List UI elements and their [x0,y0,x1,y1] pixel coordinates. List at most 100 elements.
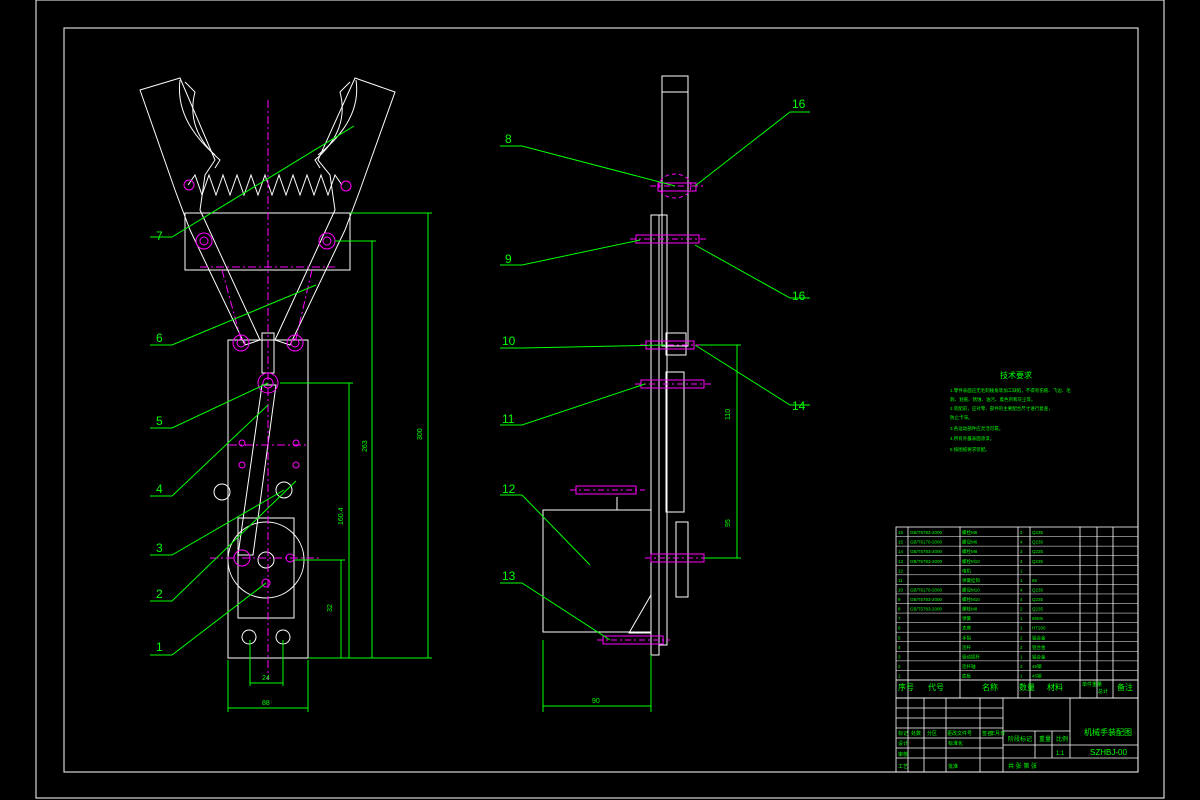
bom-cell: GB/T5783-2000 [910,607,943,612]
bom-header-note: 备注 [1117,682,1133,692]
bom-cell: Q235 [1032,530,1044,535]
title-scale-value: 1:1 [1056,751,1065,757]
tech-note-line-6: 5.按图纸要求装配。 [950,446,990,453]
bom-cell: 4 [1020,587,1023,592]
bom-cell: 2 [898,664,901,669]
bom-cell: 8 [898,607,901,612]
bom-cell: 45钢 [1032,673,1042,680]
dim-side-lower: 95 [725,519,732,527]
bom-cell: Q235 [1032,607,1044,612]
bom-header-name: 名称 [982,682,998,692]
bom-cell: 铝合金 [1032,653,1046,660]
title-scale-label: 比例 [1056,735,1068,743]
callout-7: 7 [156,229,163,243]
bom-cell: GB/T6170-2000 [910,540,943,545]
bom-cell: 2 [1020,635,1023,640]
side-centerlines [570,185,712,641]
callout-14: 14 [792,399,806,413]
bom-cell: 驱动摇杆 [962,653,980,660]
bom-cell: 支座 [962,625,971,632]
bom-cell: 4 [1020,597,1023,602]
bom-cell: 5 [898,635,901,640]
title-row-label-5: 年月日 [990,730,1005,737]
tech-note-line-2: 2.装配前，应对零、部件的主要配合尺寸进行复查， [950,405,1053,412]
bom-cell: 铝合金 [1032,634,1046,641]
dim-width-front: 88 [262,700,270,707]
bom-cell: 螺栓M8 [962,548,978,555]
bom-cell: GB/T5783-2000 [910,597,943,602]
tech-note-line-4: 3.各运动部件应灵活可靠。 [950,425,1003,432]
callout-13: 13 [502,569,516,583]
dim-height-3: 263 [362,440,369,452]
side-bolts [575,173,705,645]
bom-cell: 1 [1020,626,1023,631]
title-block-text: 机械手装配图 SZHBJ-00 阶段标记 重量 比例 1:1 共 张 第 张 标… [898,727,1132,770]
bom-cell: 16 [898,530,904,535]
bom-cell: 弹簧 [962,615,971,622]
bom-cell: 2 [1020,645,1023,650]
bom-cell: Q235 [1032,549,1044,554]
callout-1: 1 [156,640,163,654]
side-motor [542,509,652,633]
callout-9: 9 [505,252,512,266]
bom-cell: 2 [1020,664,1023,669]
front-dimensions [227,212,432,712]
bom-cell: 铝合金 [1032,644,1046,651]
bom-cell: 连杆轴 [962,663,976,670]
title-sign-approve: 批准 [948,763,958,770]
bom-cell: 1 [1020,616,1023,621]
title-sign-process: 工艺 [898,764,908,770]
bom-cell: 1 [898,674,901,679]
callout-11: 11 [502,412,515,426]
spring [187,173,343,197]
dim-height-4: 300 [417,428,424,440]
tech-note-line-0: 1.零件表面应无毛刺棱角等加工缺陷，不得有伤痕、飞边、毛 [950,387,1071,394]
bom-header-qty: 数量 [1019,682,1035,692]
left-finger [139,77,261,346]
bom-cell: 1 [1020,674,1023,679]
bom-cell: 手指 [962,634,971,641]
bom-cell: GB/T5783-2000 [910,549,943,554]
title-weight-label: 重量 [1039,735,1051,743]
callout-8: 8 [505,132,512,146]
title-row-label-3: 更改文件号 [947,730,972,737]
bom-cell: 65 [1032,578,1038,583]
bom-cell: 7 [898,616,901,621]
dim-side-width: 90 [592,698,600,705]
bom-cell: 2 [1020,607,1023,612]
callout-16a: 16 [792,97,806,111]
right-finger [274,77,396,346]
bom-cell: 连杆 [962,644,971,651]
tech-notes-title: 技术要求 [1000,370,1032,380]
engineering-drawing-canvas: 88 24 32 160.4 263 300 1 2 3 4 5 6 7 90 … [0,0,1200,800]
bom-cell: 4 [898,645,901,650]
callout-6: 6 [156,331,163,345]
side-finger [661,75,689,347]
bom-cell: 螺栓M10 [962,558,980,565]
bom-cell: 4 [1020,559,1023,564]
bom-cell: 15 [898,540,904,545]
front-callout-labels: 1 2 3 4 5 6 7 [156,229,163,654]
bom-cell: 6 [898,626,901,631]
bom-cell: Q235 [1032,540,1044,545]
bom-header-material: 材料 [1047,682,1063,692]
bom-cell: 螺母M6 [962,539,978,546]
bom-cell: Q235 [1032,587,1044,592]
side-dimensions [542,344,741,712]
bom-cell: 弹簧挂钩 [962,577,980,584]
tech-notes: 技术要求 1.零件表面应无毛刺棱角等加工缺陷，不得有伤痕、飞边、毛 刺、划痕、锈… [950,370,1071,453]
bom-header-code: 代号 [928,682,944,692]
tech-note-line-1: 刺、划痕、锈蚀、油污、着色剂和灰尘等。 [950,396,1036,403]
title-drawing-name: 机械手装配图 [1084,727,1132,737]
title-stage-label: 阶段标记 [1008,735,1032,743]
title-sheet-label: 共 张 第 张 [1008,762,1037,770]
title-row-label-1: 处数 [911,730,921,737]
bom-cell: GB/T5783-2000 [910,559,943,564]
bom-cell: 12 [898,568,904,573]
bom-cell: 11 [898,578,903,583]
bom-cell: GB/T5783-2000 [910,530,943,535]
callout-4: 4 [156,482,163,496]
callout-3: 3 [156,541,163,555]
callout-10: 10 [502,334,516,348]
bom-cell: 9 [898,597,901,602]
